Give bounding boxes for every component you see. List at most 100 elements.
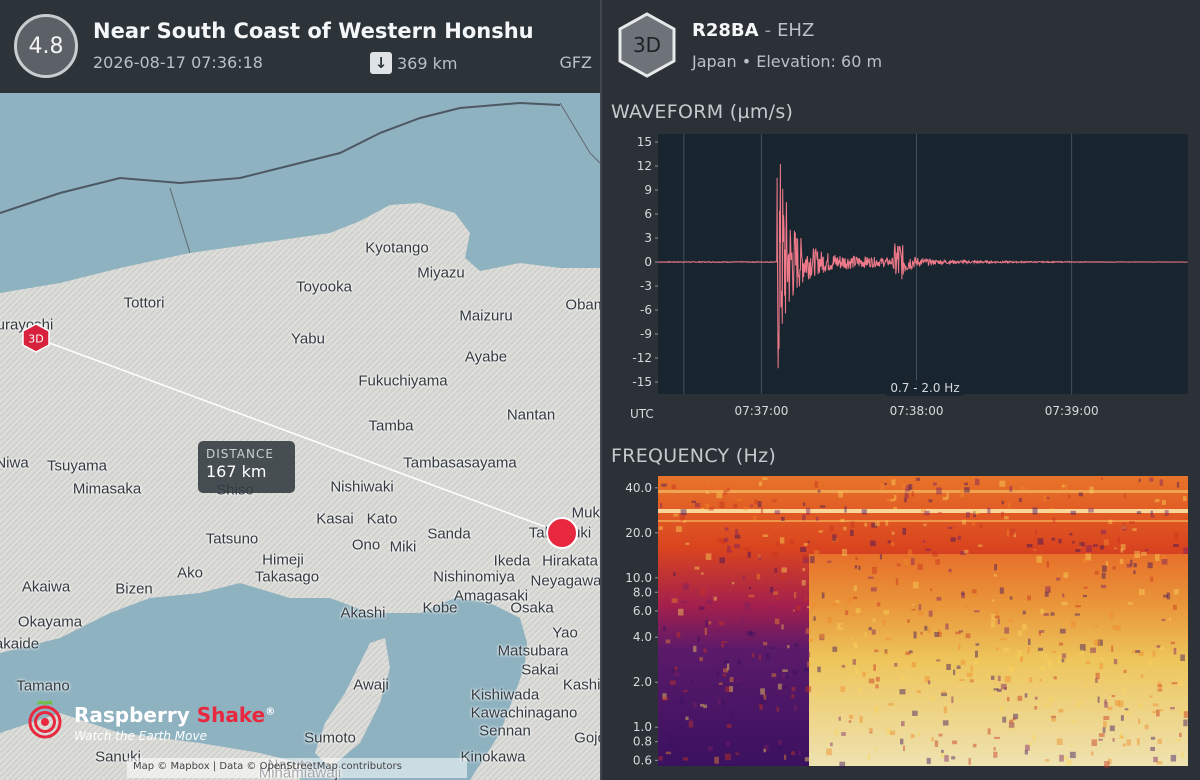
spectrogram-cell <box>1034 529 1037 535</box>
spectrogram-cell <box>924 625 928 631</box>
spectrogram-cell <box>1099 545 1105 550</box>
frequency-title: FREQUENCY (Hz) <box>611 445 777 467</box>
spectrogram-cell <box>945 623 949 630</box>
spectrogram-cell <box>831 602 838 606</box>
spectrogram-cell <box>1144 548 1149 551</box>
spectrogram-cell <box>1024 750 1028 755</box>
spectrogram-cell <box>775 552 780 558</box>
spectrogram-cell <box>938 512 943 515</box>
waveform-plot-area <box>658 134 1188 394</box>
spectrogram-cell <box>926 757 931 764</box>
spectrogram-cell <box>999 706 1004 712</box>
spectrogram-cell <box>802 567 806 572</box>
event-title: Near South Coast of Western Honshu <box>93 19 534 43</box>
spectrogram-cell <box>748 594 755 598</box>
raspberry-shake-logo[interactable]: Raspberry Shake® Watch the Earth Move <box>22 693 292 753</box>
spectrogram-cell <box>719 501 725 508</box>
spectrogram-cell <box>887 540 891 544</box>
map-label: Ayabe <box>464 348 508 366</box>
y-tick-label: 3 <box>644 231 652 245</box>
spectrogram-cell <box>734 543 740 549</box>
spectrogram-cell <box>666 733 672 740</box>
spectrogram-cell <box>757 501 762 508</box>
spectrogram-cell <box>1000 637 1007 641</box>
spectrogram-cell <box>691 680 694 683</box>
spectrogram-cell <box>890 730 896 735</box>
spectrogram-cell <box>885 520 889 526</box>
map-label: Nantan <box>506 406 556 424</box>
spectrogram-cell <box>975 643 980 646</box>
spectrogram-cell <box>934 632 939 637</box>
spectrogram-cell <box>959 679 965 682</box>
logo-name: Raspberry Shake® <box>74 703 276 727</box>
spectrogram-cell <box>820 505 826 508</box>
spectrogram-cell <box>1027 646 1030 654</box>
spectrogram-cell <box>927 627 931 634</box>
spectrogram-cell <box>1050 612 1055 616</box>
spectrogram-cell <box>693 701 697 708</box>
spectrogram-cell <box>859 716 863 723</box>
spectrogram-cell <box>829 525 834 532</box>
spectrogram-cell <box>942 720 949 726</box>
spectrogram-cell <box>1150 510 1153 516</box>
map-label: Miyazu <box>417 264 465 282</box>
spectrogram-cell <box>1138 718 1141 724</box>
spectrogram-cell <box>1161 618 1166 621</box>
spectrogram-cell <box>1028 638 1031 646</box>
spectrogram-cell <box>774 568 778 573</box>
spectrogram-cell <box>774 618 780 625</box>
map-label: Akaiwa <box>21 578 71 596</box>
spectrogram-cell <box>1168 618 1171 621</box>
station-code: R28BA <box>692 20 759 41</box>
spectrogram-cell <box>787 645 790 649</box>
station-marker[interactable]: 3D <box>22 323 50 353</box>
spectrogram-cell <box>853 585 857 592</box>
freq-tick-label: 6.0 <box>633 604 652 618</box>
spectrogram-cell <box>910 733 915 739</box>
spectrogram-cell <box>1161 500 1166 505</box>
spectrogram-cell <box>721 643 724 648</box>
spectrogram-cell <box>1155 554 1160 561</box>
spectrogram-cell <box>993 751 998 758</box>
spectrogram-cell <box>781 624 784 630</box>
spectrogram-cell <box>1040 608 1045 614</box>
epicenter-marker[interactable] <box>546 517 578 549</box>
spectrogram-cell <box>1016 649 1022 657</box>
spectrogram-cell <box>1136 738 1140 746</box>
spectrogram-cell <box>701 507 704 511</box>
spectrogram-cell <box>673 626 680 629</box>
map-label: Miki <box>389 538 417 556</box>
spectrogram-cell <box>1128 585 1135 588</box>
spectrogram-cell <box>918 604 922 611</box>
spectrogram-cell <box>1117 537 1120 544</box>
station-panel: 3D R28BA - EHZ Japan • Elevation: 60 m WAV… <box>602 0 1200 780</box>
spectrogram-chart[interactable]: 40.0 20.0 10.08.0 6.0 4.0 2.0 1.00.8 0.6 <box>602 474 1200 780</box>
spectrogram-cell <box>1069 533 1073 536</box>
spectrogram-cell <box>1041 651 1044 657</box>
spectrogram-cell <box>968 758 971 765</box>
station-marker-label: 3D <box>28 333 43 346</box>
arrow-down-icon: ↓ <box>370 52 392 74</box>
spectrogram-cell <box>701 572 704 575</box>
spectrogram-cell <box>1075 599 1079 604</box>
spectrogram-cell <box>660 503 663 508</box>
spectrogram-cell <box>916 690 921 694</box>
spectrogram-cell <box>946 663 951 670</box>
spectrogram-cell <box>862 671 866 677</box>
spectrogram-cell <box>852 659 856 665</box>
spectrogram-cell <box>886 499 893 502</box>
spectrogram-cell <box>1157 686 1163 690</box>
spectrogram-cell <box>1094 570 1099 575</box>
map[interactable]: Kyotango Miyazu Tottori Toyooka Maizuru Yabu A… <box>0 93 600 780</box>
spectrogram-cell <box>850 521 855 528</box>
waveform-chart[interactable]: 15 12 9 6 3 0 -3 -6 -9 -12 -15 07:37:00 07:38:00 07:… <box>602 130 1200 425</box>
spectrogram-cell <box>659 576 662 582</box>
map-attribution[interactable]: Map © Mapbox | Data © OpenStreetMap cont… <box>127 758 467 778</box>
logo-tagline: Watch the Earth Move <box>74 729 207 743</box>
spectrogram-cell <box>873 664 876 671</box>
spectrogram-cell <box>841 664 846 668</box>
spectrogram-cell <box>1139 703 1143 709</box>
spectrogram-cell <box>1144 724 1149 730</box>
spectrogram-cell <box>665 751 671 755</box>
spectrogram-cell <box>1138 478 1141 483</box>
